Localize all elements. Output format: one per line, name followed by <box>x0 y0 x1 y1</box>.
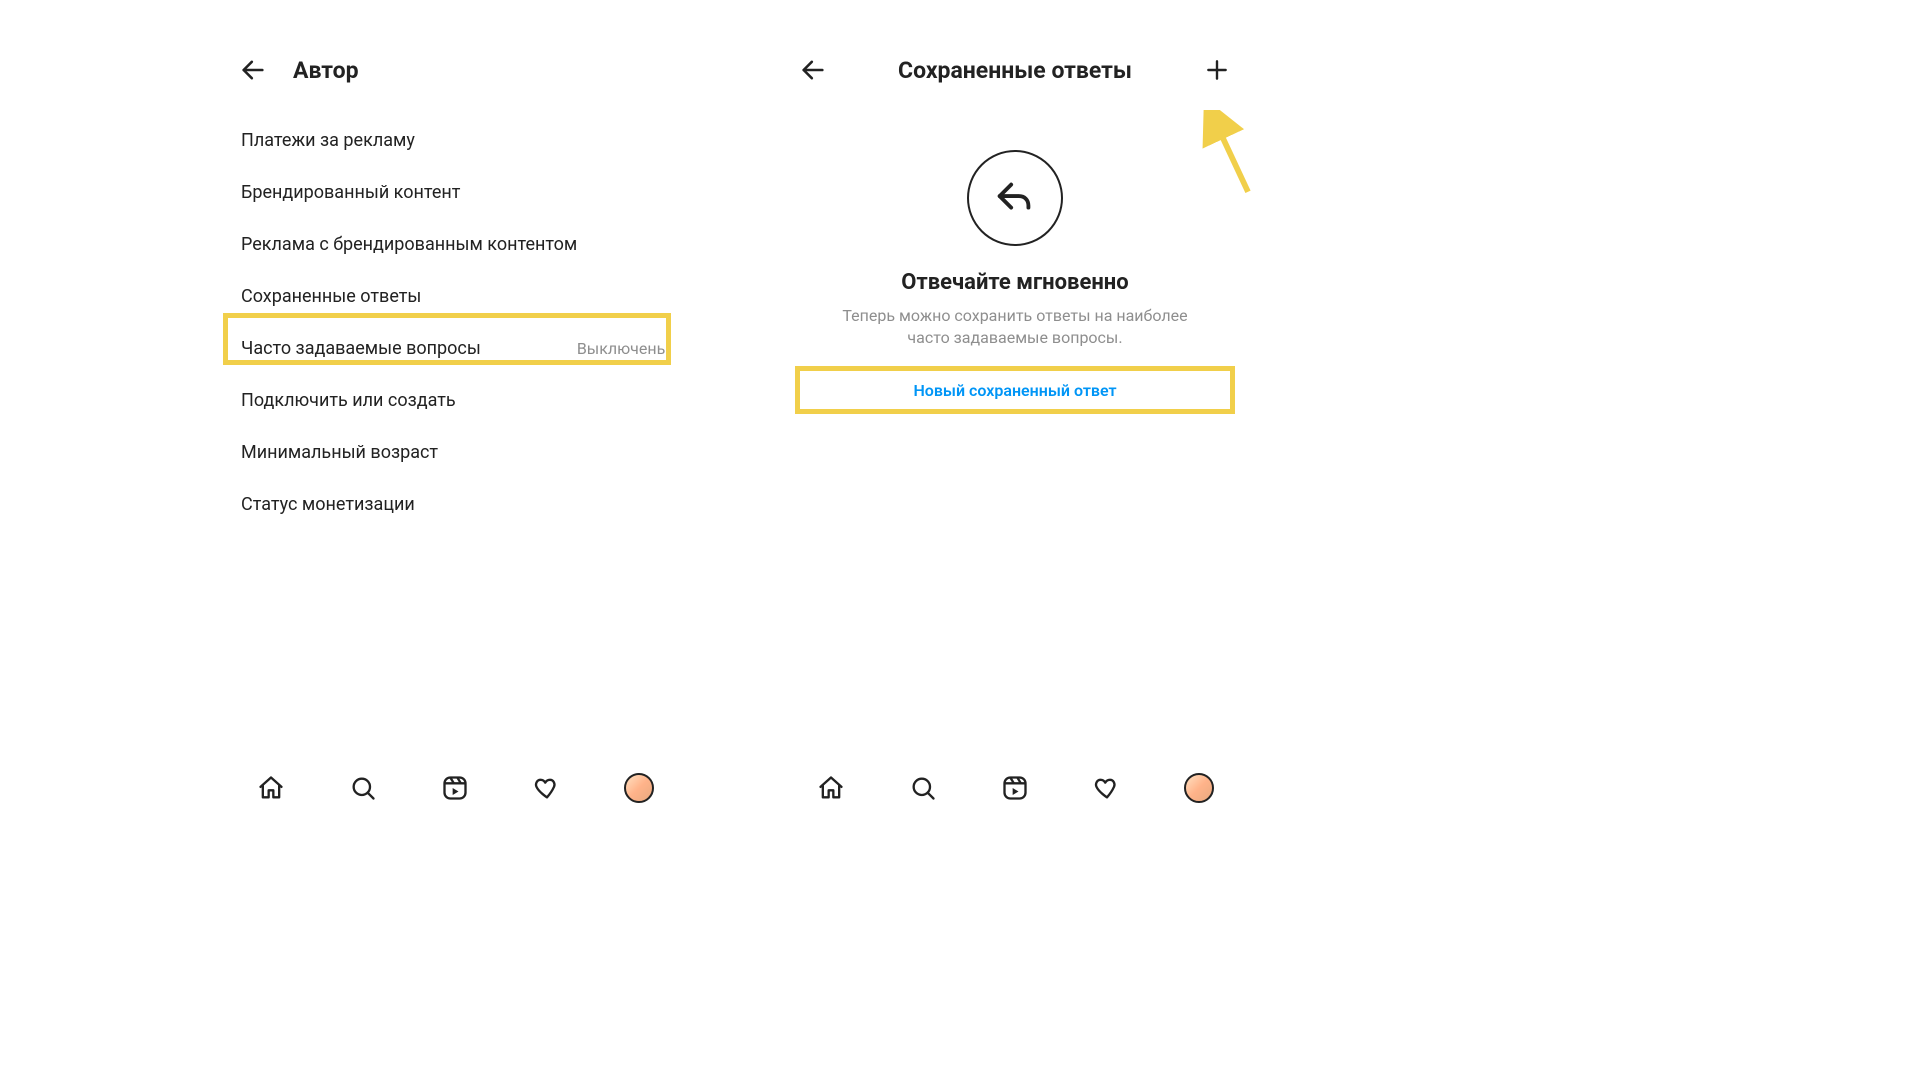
reels-icon <box>441 774 469 802</box>
settings-item-label: Брендированный контент <box>241 182 460 203</box>
add-saved-reply-button[interactable] <box>1199 52 1235 88</box>
home-icon <box>817 774 845 802</box>
settings-item-label: Статус монетизации <box>241 494 415 515</box>
nav-profile[interactable] <box>1179 768 1219 808</box>
new-saved-reply-wrap: Новый сохраненный ответ <box>795 366 1235 414</box>
settings-item-saved-replies[interactable]: Сохраненные ответы <box>225 270 685 322</box>
settings-item-label: Реклама с брендированным контентом <box>241 234 577 255</box>
nav-search[interactable] <box>903 768 943 808</box>
nav-activity[interactable] <box>527 768 567 808</box>
reply-circle-icon <box>967 150 1063 246</box>
bottom-nav <box>785 756 1245 820</box>
page-title: Сохраненные ответы <box>785 57 1245 84</box>
empty-body: Теперь можно сохранить ответы на наиболе… <box>825 305 1205 348</box>
empty-state: Отвечайте мгновенно Теперь можно сохрани… <box>785 150 1245 414</box>
settings-item-label: Подключить или создать <box>241 390 456 411</box>
nav-search[interactable] <box>343 768 383 808</box>
plus-icon <box>1204 57 1230 83</box>
settings-item-branded-content-ads[interactable]: Реклама с брендированным контентом <box>225 218 685 270</box>
arrow-left-icon <box>239 56 267 84</box>
nav-profile[interactable] <box>619 768 659 808</box>
header: Сохраненные ответы <box>785 40 1245 100</box>
search-icon <box>349 774 377 802</box>
nav-reels[interactable] <box>435 768 475 808</box>
reels-icon <box>1001 774 1029 802</box>
settings-item-label: Платежи за рекламу <box>241 130 415 151</box>
home-icon <box>257 774 285 802</box>
settings-item-connect-or-create[interactable]: Подключить или создать <box>225 374 685 426</box>
settings-item-label: Минимальный возраст <box>241 442 438 463</box>
settings-item-status: Выключены <box>577 339 669 358</box>
settings-item-label: Сохраненные ответы <box>241 286 421 307</box>
nav-reels[interactable] <box>995 768 1035 808</box>
heart-icon <box>533 774 561 802</box>
settings-item-ad-payments[interactable]: Платежи за рекламу <box>225 114 685 166</box>
heart-icon <box>1093 774 1121 802</box>
nav-home[interactable] <box>251 768 291 808</box>
new-saved-reply-link[interactable]: Новый сохраненный ответ <box>913 381 1116 400</box>
search-icon <box>909 774 937 802</box>
empty-title: Отвечайте мгновенно <box>901 270 1128 295</box>
screen-author-settings: Автор Платежи за рекламу Брендированный … <box>225 40 685 820</box>
avatar-icon <box>624 773 654 803</box>
header: Автор <box>225 40 685 100</box>
reply-arrow-icon <box>992 175 1038 221</box>
page-title: Автор <box>293 57 359 84</box>
settings-item-faq[interactable]: Часто задаваемые вопросы Выключены <box>225 322 685 374</box>
bottom-nav <box>225 756 685 820</box>
settings-item-minimum-age[interactable]: Минимальный возраст <box>225 426 685 478</box>
back-button[interactable] <box>235 52 271 88</box>
screen-saved-replies: Сохраненные ответы Отвечайте мгновенно Т… <box>785 40 1245 820</box>
settings-list: Платежи за рекламу Брендированный контен… <box>225 114 685 530</box>
avatar-icon <box>1184 773 1214 803</box>
nav-home[interactable] <box>811 768 851 808</box>
settings-item-label: Часто задаваемые вопросы <box>241 338 481 359</box>
nav-activity[interactable] <box>1087 768 1127 808</box>
settings-item-branded-content[interactable]: Брендированный контент <box>225 166 685 218</box>
settings-item-monetization-status[interactable]: Статус монетизации <box>225 478 685 530</box>
